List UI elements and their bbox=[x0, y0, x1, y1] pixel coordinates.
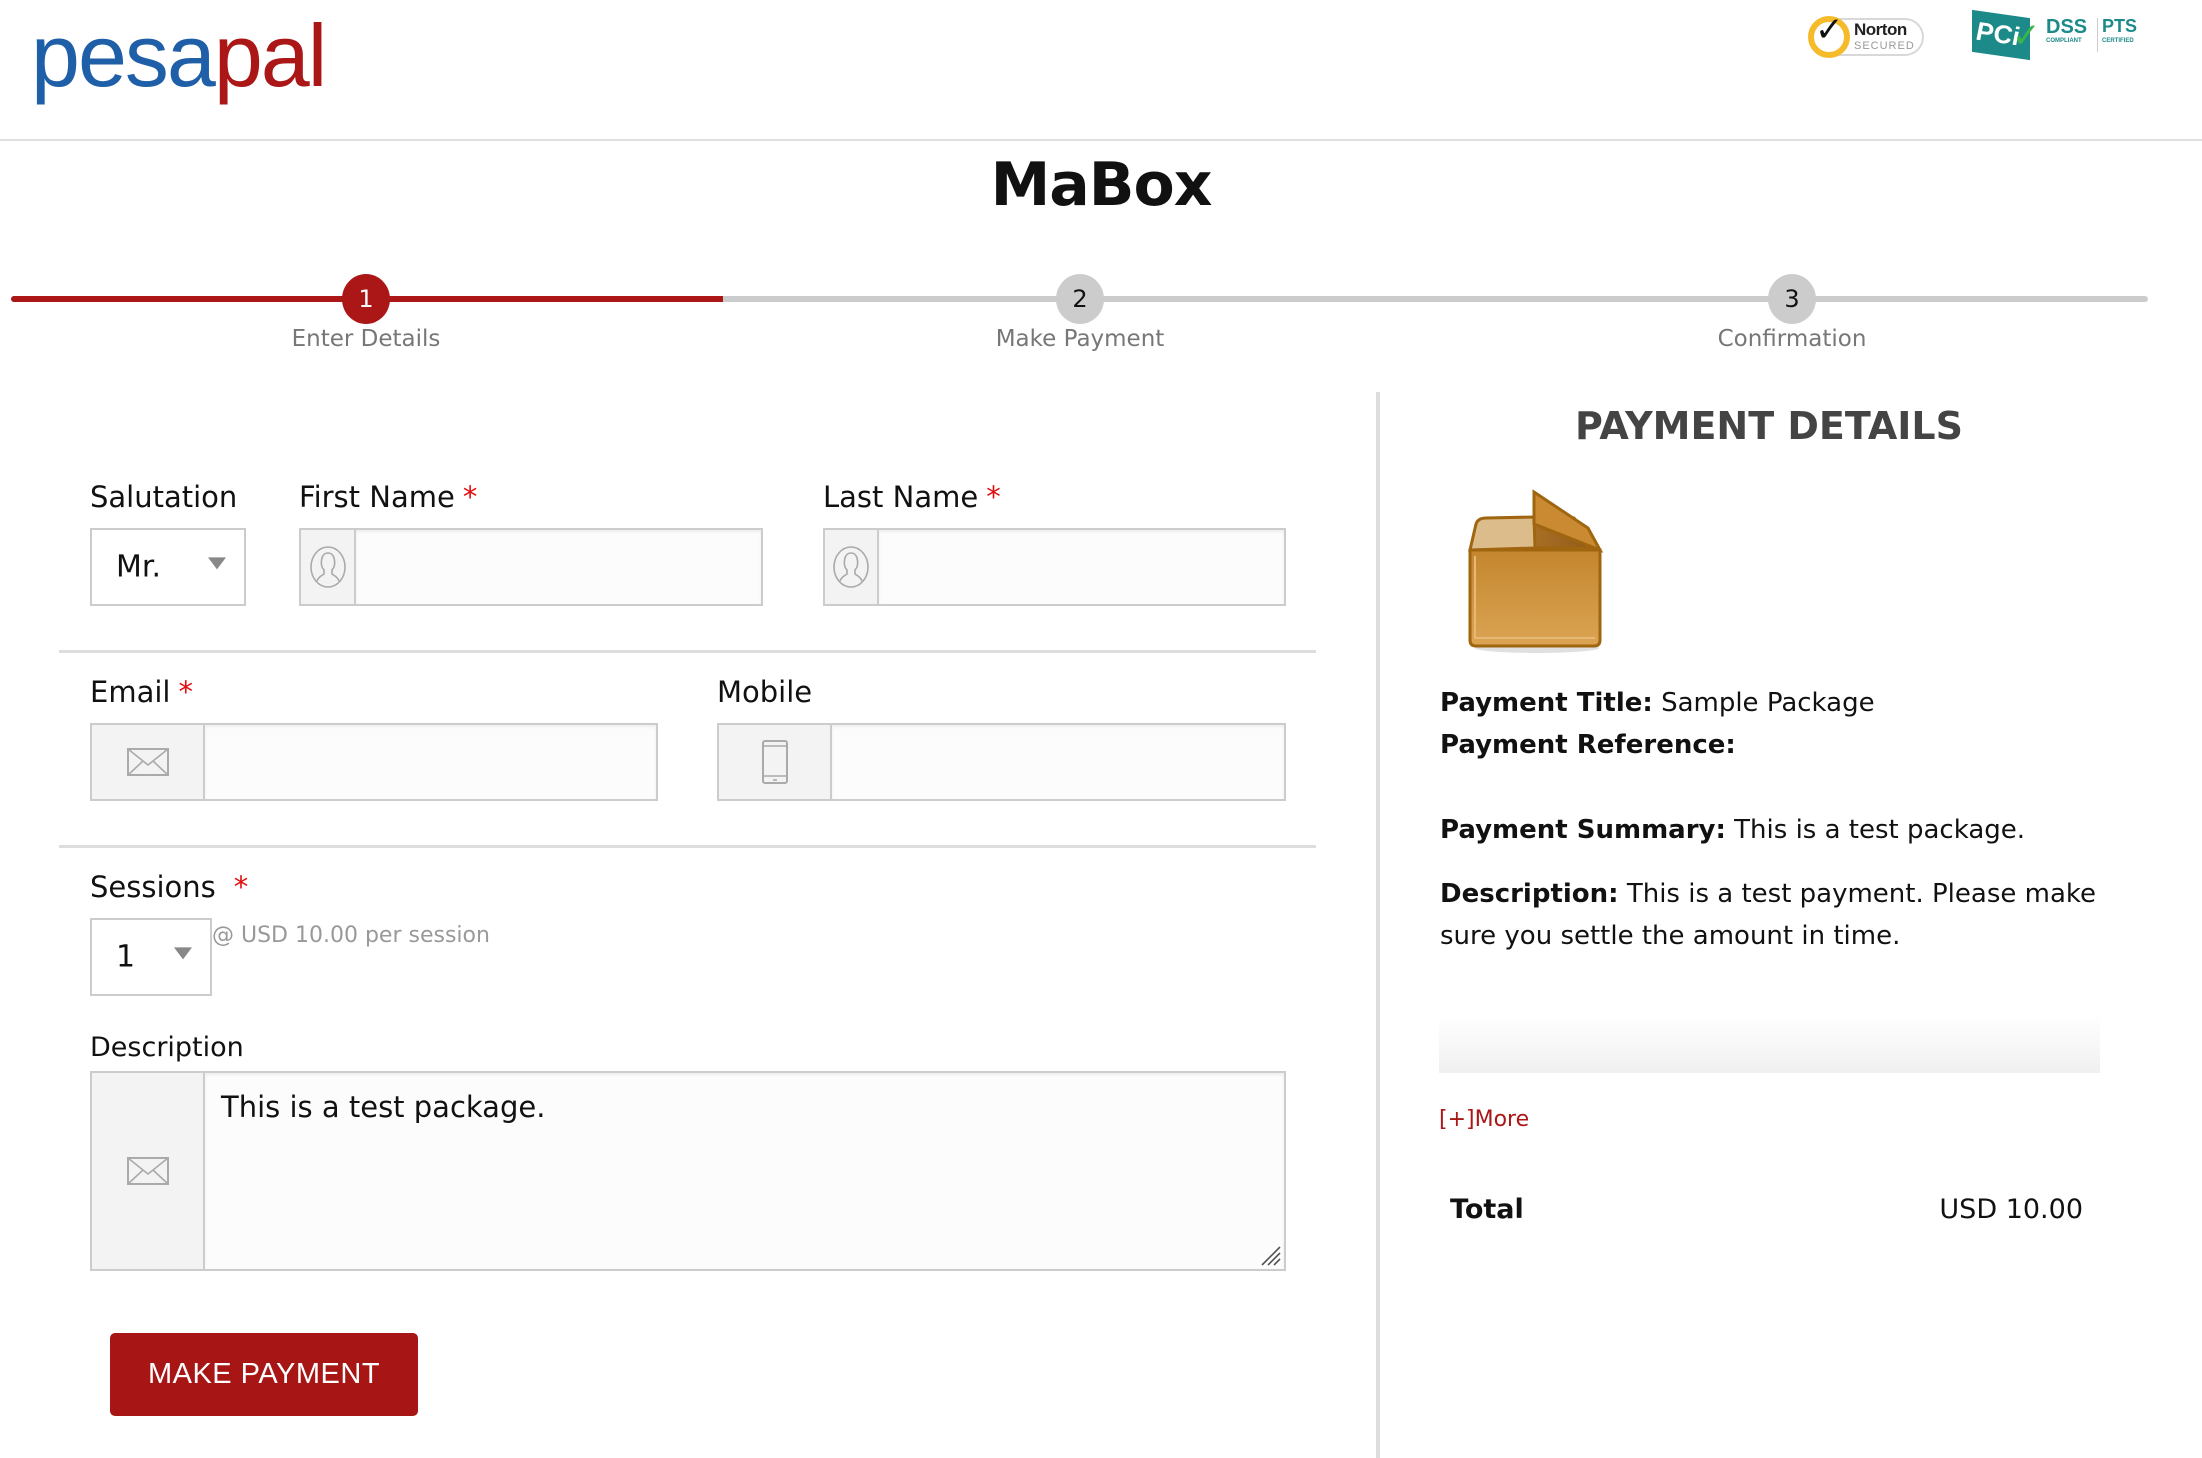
payment-summary-label: Payment Summary: bbox=[1440, 815, 1726, 845]
pci-separator bbox=[2097, 18, 2098, 52]
required-marker: * bbox=[462, 480, 478, 514]
norton-subtitle: SECURED bbox=[1854, 40, 1915, 52]
pci-pts-subtext: CERTIFIED bbox=[2102, 38, 2134, 44]
price-per-session-note: @ USD 10.00 per session bbox=[212, 923, 490, 948]
user-icon bbox=[833, 546, 869, 588]
sessions-label-text: Sessions bbox=[90, 870, 216, 904]
payment-description-row: Description: This is a test payment. Ple… bbox=[1440, 873, 2100, 957]
envelope-icon bbox=[126, 1157, 169, 1185]
step-3-dot: 3 bbox=[1768, 274, 1816, 324]
payment-reference-row: Payment Reference: bbox=[1440, 724, 2120, 766]
payment-reference-label: Payment Reference: bbox=[1440, 730, 1736, 760]
email-label-text: Email bbox=[90, 675, 171, 709]
email-label: Email * bbox=[90, 675, 193, 709]
step-1-dot: 1 bbox=[342, 274, 390, 324]
first-name-addon bbox=[301, 530, 356, 604]
step-3-label: Confirmation bbox=[1717, 326, 1867, 352]
payment-title-label: Payment Title: bbox=[1440, 688, 1653, 718]
user-icon bbox=[309, 546, 346, 588]
resize-handle-icon[interactable] bbox=[1256, 1241, 1282, 1267]
required-marker: * bbox=[178, 675, 193, 709]
sessions-select[interactable]: 1 bbox=[90, 918, 212, 996]
norton-secured-badge: ✓ Norton SECURED bbox=[1808, 10, 1924, 60]
salutation-label: Salutation bbox=[90, 480, 237, 514]
description-label: Description bbox=[90, 1032, 244, 1063]
make-payment-button[interactable]: MAKE PAYMENT bbox=[110, 1333, 418, 1416]
details-fade-overlay bbox=[1439, 1016, 2100, 1073]
payment-summary-value: This is a test package. bbox=[1734, 815, 2026, 845]
norton-title: Norton bbox=[1854, 20, 1907, 39]
column-divider bbox=[1376, 392, 1380, 1458]
site-header: pesapal ✓ Norton SECURED PCi ✓ DSS COMPL… bbox=[0, 0, 2202, 141]
sessions-label: Sessions * bbox=[90, 870, 248, 904]
mobile-phone-icon bbox=[761, 740, 788, 784]
step-1-label: Enter Details bbox=[291, 326, 441, 352]
required-marker: * bbox=[986, 480, 1001, 514]
payment-summary-row: Payment Summary: This is a test package. bbox=[1440, 809, 2120, 851]
norton-check-icon: ✓ bbox=[1815, 10, 1844, 50]
step-2-dot: 2 bbox=[1056, 274, 1104, 324]
mobile-addon bbox=[719, 725, 832, 799]
form-divider bbox=[59, 650, 1316, 653]
sessions-value: 1 bbox=[116, 939, 136, 975]
first-name-group bbox=[299, 528, 763, 606]
first-name-input[interactable] bbox=[356, 530, 761, 604]
logo-part-1: pesa bbox=[31, 6, 216, 105]
pci-pts-text: PTS bbox=[2102, 16, 2138, 36]
salutation-value: Mr. bbox=[116, 549, 161, 585]
last-name-label-text: Last Name bbox=[823, 480, 979, 514]
pci-dss-text: DSS bbox=[2046, 16, 2088, 38]
form-divider bbox=[59, 845, 1316, 848]
mobile-group bbox=[717, 723, 1286, 801]
description-addon bbox=[92, 1073, 205, 1269]
page-title: MaBox bbox=[990, 150, 1213, 220]
mobile-input[interactable] bbox=[832, 725, 1284, 799]
last-name-group bbox=[823, 528, 1286, 606]
pci-dss-subtext: COMPLIANT bbox=[2046, 38, 2082, 44]
chevron-down-icon bbox=[208, 557, 226, 570]
description-label-text: Description bbox=[90, 1032, 244, 1063]
chevron-down-icon bbox=[174, 947, 192, 960]
first-name-label: First Name * bbox=[299, 480, 477, 514]
description-textarea[interactable]: This is a test package. bbox=[205, 1073, 1284, 1269]
payment-title-value: Sample Package bbox=[1661, 688, 1875, 718]
pci-check-icon: ✓ bbox=[2012, 16, 2041, 56]
envelope-icon bbox=[126, 748, 169, 776]
email-addon bbox=[92, 725, 205, 799]
logo-part-2: pal bbox=[213, 6, 327, 105]
package-box-icon bbox=[1468, 489, 1604, 653]
email-input[interactable] bbox=[205, 725, 656, 799]
last-name-label: Last Name * bbox=[823, 480, 1001, 514]
more-link[interactable]: [+]More bbox=[1439, 1107, 1529, 1132]
payment-description-label: Description: bbox=[1440, 879, 1619, 909]
mobile-label-text: Mobile bbox=[717, 675, 813, 709]
salutation-label-text: Salutation bbox=[90, 480, 238, 514]
payment-title-row: Payment Title: Sample Package bbox=[1440, 682, 2120, 724]
description-group: This is a test package. bbox=[90, 1071, 1286, 1271]
pesapal-logo[interactable]: pesapal bbox=[31, 6, 327, 106]
mobile-label: Mobile bbox=[717, 675, 812, 709]
step-2-label: Make Payment bbox=[995, 326, 1165, 352]
last-name-input[interactable] bbox=[879, 530, 1284, 604]
last-name-addon bbox=[825, 530, 879, 604]
total-value: USD 10.00 bbox=[1939, 1194, 2083, 1225]
required-marker: * bbox=[233, 870, 249, 904]
email-group bbox=[90, 723, 658, 801]
salutation-select[interactable]: Mr. bbox=[90, 528, 246, 606]
payment-details-heading: PAYMENT DETAILS bbox=[1575, 404, 1963, 448]
total-label: Total bbox=[1450, 1194, 1524, 1225]
first-name-label-text: First Name bbox=[299, 480, 455, 514]
pci-dss-badge: PCi ✓ DSS COMPLIANT PTS CERTIFIED bbox=[1972, 9, 2142, 61]
